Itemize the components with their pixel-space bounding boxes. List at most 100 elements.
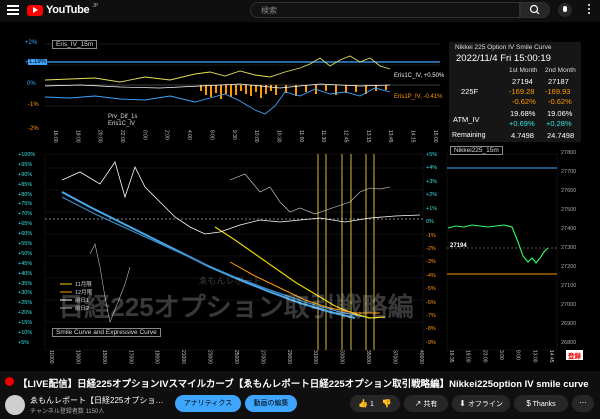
- search-button[interactable]: [520, 2, 550, 18]
- side-y-tick: 27200: [561, 264, 577, 270]
- left-tick: +95%: [18, 161, 33, 168]
- top-x-tick: 12:45: [342, 130, 349, 143]
- right-tick: -2%: [426, 245, 436, 252]
- offline-button[interactable]: ⬇ オフライン: [452, 395, 510, 412]
- main-x-tick: 23000: [206, 350, 213, 364]
- main-x-tick: 31000: [312, 350, 319, 364]
- like-button[interactable]: 👍 1 👎: [350, 395, 400, 412]
- right-tick: -6%: [426, 299, 436, 306]
- search-input[interactable]: 検索: [250, 2, 520, 18]
- channel-avatar[interactable]: [5, 395, 25, 415]
- side-y-tick: 27700: [561, 169, 577, 175]
- right-tick: +3%: [426, 178, 438, 185]
- left-tick: +90%: [18, 171, 33, 178]
- side-x-tick: 14:45: [547, 350, 554, 363]
- top-x-tick: 14:15: [409, 130, 416, 143]
- live-icon: [5, 377, 14, 386]
- edit-video-button[interactable]: 動画の編集: [245, 395, 297, 412]
- iv-call-line: [44, 55, 391, 83]
- main-x-tick: 15000: [100, 350, 107, 364]
- top-x-tick: 13:15: [364, 130, 371, 143]
- iv-put-line: [44, 87, 391, 115]
- main-x-tick: 11000: [48, 350, 54, 364]
- top-x-tick: 16:00: [52, 130, 58, 143]
- menu-icon[interactable]: [7, 5, 19, 15]
- left-tick: +10%: [18, 330, 33, 337]
- channel-name[interactable]: ゑもんレポート【日経225オプショ…: [30, 395, 163, 406]
- right-tick: +2%: [426, 192, 438, 199]
- top-legend-1: Prv_Dif_1s: [108, 114, 138, 120]
- offline-label: オフライン: [467, 401, 503, 408]
- f-price-2: 27187: [548, 77, 569, 86]
- side-x-tick: 13:00: [531, 350, 538, 363]
- orange-bars: [200, 85, 387, 99]
- share-icon: ↗: [414, 399, 422, 408]
- side-x-tick: 3:00: [497, 350, 504, 360]
- top-bar: YouTube JP 検索: [0, 0, 600, 22]
- search-placeholder: 検索: [261, 6, 277, 15]
- top-x-tick: 11:30: [320, 130, 327, 143]
- left-tick: +100%: [18, 152, 36, 158]
- right-tick: -5%: [426, 286, 436, 293]
- main-left-axis: +100% +95% +90% +85% +80% +75% +70% +65%…: [18, 152, 35, 346]
- like-count: 1: [370, 401, 374, 408]
- share-button[interactable]: ↗ 共有: [404, 395, 448, 412]
- side-y-tick: 27800: [561, 150, 577, 156]
- side-y-tick: 27300: [561, 245, 577, 251]
- legend-item: 前日2: [75, 306, 90, 312]
- side-x-tick: 16:35: [448, 350, 454, 363]
- side-y-tick: 27000: [561, 302, 577, 308]
- side-chart-label: Nikkei225_15m: [450, 146, 503, 155]
- channel-row: ゑもんレポート【日経225オプショ… チャンネル登録者数 1150人 アナリティ…: [0, 392, 600, 419]
- left-tick: +75%: [18, 201, 33, 208]
- subscribe-sticker[interactable]: 登録: [566, 350, 583, 360]
- atm-chg-1: +0.69%: [509, 119, 535, 128]
- right-tick: -4%: [426, 272, 436, 279]
- youtube-logo[interactable]: YouTube JP: [27, 3, 98, 16]
- analytics-button[interactable]: アナリティクス: [175, 395, 241, 412]
- top-x-tick: 10:30: [275, 130, 282, 143]
- top-panel-label: Eris_IV_15m: [52, 40, 98, 49]
- left-tick: +45%: [18, 260, 33, 267]
- watermark-big: 日経225オプション取引戦略編: [58, 292, 413, 322]
- left-tick: +40%: [18, 270, 33, 277]
- side-x-axis: 16:35 19:00 23:00 3:00 9:00 13:00 14:45: [448, 350, 554, 370]
- more-icon[interactable]: [588, 4, 591, 16]
- more-actions-button[interactable]: ⋯: [572, 395, 594, 412]
- main-x-tick: 17000: [127, 350, 134, 364]
- download-icon: ⬇: [459, 399, 466, 408]
- top-x-tick: 18:00: [74, 130, 81, 143]
- video-title-row: 【LIVE配信】日経225オプションIVスマイルカーブ【ゑもんレポート日経225…: [0, 372, 600, 392]
- left-tick: +15%: [18, 320, 33, 327]
- top-x-tick: 4:00: [186, 130, 193, 140]
- top-y-tick: 0%: [27, 81, 36, 87]
- more-horizontal-icon: ⋯: [579, 400, 587, 407]
- side-y-tick: 27600: [561, 188, 577, 194]
- thanks-label: Thanks: [532, 401, 556, 408]
- f-price-1: 27194: [512, 77, 533, 86]
- subscriber-count: チャンネル登録者数 1150人: [30, 409, 105, 415]
- thumbs-down-icon[interactable]: 👎: [382, 399, 392, 408]
- f-pct-1: -0.62%: [512, 97, 536, 106]
- mic-icon[interactable]: [558, 3, 572, 17]
- video-player[interactable]: 日経225オプション取引戦略編 ゑもんレポート Eris_IV_15m +2% …: [0, 22, 600, 371]
- row-atm-label: ATM_IV: [453, 115, 480, 124]
- right-tick: +5%: [426, 152, 438, 158]
- main-x-tick: 35000: [365, 350, 372, 364]
- left-tick: +80%: [18, 191, 33, 198]
- thanks-button[interactable]: $ Thanks: [514, 395, 568, 412]
- right-tick: +1%: [426, 205, 438, 212]
- row-225f-label: 225F: [461, 87, 479, 96]
- main-x-tick: 21000: [180, 350, 187, 364]
- logo-text: YouTube: [46, 4, 90, 16]
- side-x-tick: 23:00: [481, 350, 488, 363]
- f-chg-1: -169.28: [509, 87, 535, 96]
- top-panel: [44, 43, 440, 115]
- side-x-tick: 19:00: [464, 350, 471, 363]
- main-x-tick: 37000: [391, 350, 398, 364]
- right-tick: -8%: [426, 326, 436, 333]
- left-tick: +25%: [18, 300, 33, 307]
- top-y-tick: +2%: [25, 40, 38, 46]
- atm-iv-1: 19.68%: [510, 109, 536, 118]
- left-tick: +65%: [18, 221, 33, 228]
